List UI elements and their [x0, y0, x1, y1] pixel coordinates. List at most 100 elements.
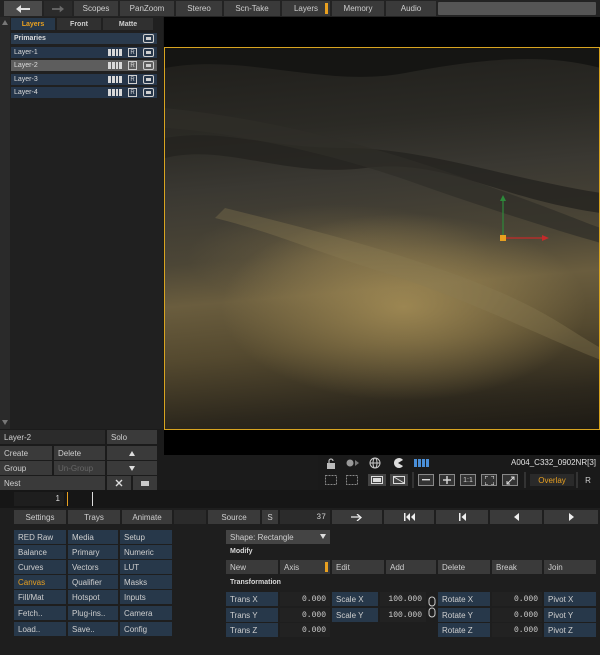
tab-memory[interactable]: Memory: [332, 1, 384, 16]
overlay-toggle[interactable]: Overlay: [530, 474, 574, 486]
search-field[interactable]: [438, 2, 596, 15]
zoom-out-button[interactable]: [418, 474, 434, 486]
menu-lut[interactable]: LUT: [120, 560, 172, 574]
rotate-y-field[interactable]: 0.000: [492, 608, 542, 622]
wipe-button[interactable]: [390, 474, 408, 486]
animate-button[interactable]: Animate: [122, 510, 172, 524]
layer-tab-matte[interactable]: Matte: [103, 18, 153, 30]
menu-vectors[interactable]: Vectors: [68, 560, 118, 574]
tab-scn-take[interactable]: Scn-Take: [224, 1, 280, 16]
first-frame-button[interactable]: [384, 510, 434, 524]
matte-icon[interactable]: [143, 61, 154, 70]
goto-button[interactable]: [332, 510, 382, 524]
playhead[interactable]: [92, 492, 93, 506]
menu-config[interactable]: Config: [120, 622, 172, 636]
create-button[interactable]: Create: [0, 446, 52, 460]
trans-z-field[interactable]: 0.000: [280, 623, 330, 637]
edit-button[interactable]: Edit: [332, 560, 384, 574]
in-marker[interactable]: [67, 492, 68, 506]
trans-y-field[interactable]: 0.000: [280, 608, 330, 622]
transform-gizmo-icon[interactable]: [495, 193, 555, 243]
move-down-button[interactable]: [107, 461, 157, 475]
primaries-row[interactable]: Primaries: [11, 33, 157, 44]
menu-save[interactable]: Save..: [68, 622, 118, 636]
prev-frame-button[interactable]: [490, 510, 542, 524]
zoom-in-button[interactable]: [439, 474, 455, 486]
menu-masks[interactable]: Masks: [120, 575, 172, 589]
matte-icon[interactable]: [143, 34, 154, 43]
shape-dropdown[interactable]: Shape: Rectangle: [226, 530, 330, 544]
scale-y-field[interactable]: 100.000: [380, 608, 426, 622]
trays-button[interactable]: Trays: [68, 510, 120, 524]
tab-audio[interactable]: Audio: [386, 1, 436, 16]
r-badge[interactable]: R: [128, 75, 137, 84]
join-button[interactable]: Join: [544, 560, 596, 574]
matte-icon[interactable]: [143, 88, 154, 97]
tab-panzoom[interactable]: PanZoom: [120, 1, 174, 16]
delete-point-button[interactable]: Delete: [438, 560, 490, 574]
move-up-button[interactable]: [107, 446, 157, 460]
settings-button[interactable]: Settings: [14, 510, 66, 524]
add-button[interactable]: Add: [386, 560, 436, 574]
layer-row-3[interactable]: Layer-3 R: [11, 74, 157, 85]
frame-field[interactable]: 37: [280, 510, 330, 524]
timeline[interactable]: 1: [0, 490, 600, 508]
menu-plug-ins[interactable]: Plug-ins..: [68, 606, 118, 620]
layer-row-4[interactable]: Layer-4 R: [11, 87, 157, 98]
menu-red-raw[interactable]: RED Raw: [14, 530, 66, 544]
back-button[interactable]: [4, 1, 42, 16]
tab-scopes[interactable]: Scopes: [74, 1, 118, 16]
menu-media[interactable]: Media: [68, 530, 118, 544]
forward-button[interactable]: [44, 1, 72, 16]
r-badge[interactable]: R: [128, 88, 137, 97]
matte-icon[interactable]: [143, 75, 154, 84]
rotate-z-field[interactable]: 0.000: [492, 623, 542, 637]
scale-x-field[interactable]: 100.000: [380, 592, 426, 606]
menu-setup[interactable]: Setup: [120, 530, 172, 544]
globe-icon[interactable]: [369, 457, 381, 469]
menu-canvas[interactable]: Canvas: [14, 575, 66, 589]
record-icon[interactable]: [346, 459, 360, 467]
matte-icon[interactable]: [143, 48, 154, 57]
new-shape-button[interactable]: New: [226, 560, 278, 574]
link-icon[interactable]: [428, 596, 436, 618]
solo-button[interactable]: Solo: [107, 430, 157, 444]
layers-scrollbar[interactable]: [0, 17, 10, 429]
lock-icon[interactable]: [326, 458, 336, 469]
r-badge[interactable]: R: [128, 48, 137, 57]
layer-row-1[interactable]: Layer-1 R: [11, 47, 157, 58]
r-badge[interactable]: R: [128, 61, 137, 70]
fullscreen-button[interactable]: [502, 474, 518, 486]
menu-qualifier[interactable]: Qualifier: [68, 575, 118, 589]
menu-inputs[interactable]: Inputs: [120, 590, 172, 604]
layer-tab-front[interactable]: Front: [57, 18, 101, 30]
tab-layers[interactable]: Layers: [282, 1, 330, 16]
fit-button[interactable]: [481, 474, 497, 486]
split-view-button[interactable]: [368, 474, 386, 486]
menu-balance[interactable]: Balance: [14, 545, 66, 559]
menu-camera[interactable]: Camera: [120, 606, 172, 620]
ungroup-button[interactable]: Un-Group: [54, 461, 105, 475]
trans-x-field[interactable]: 0.000: [280, 592, 330, 606]
menu-primary[interactable]: Primary: [68, 545, 118, 559]
delete-layer-button[interactable]: Delete: [54, 446, 105, 460]
menu-fill-mat[interactable]: Fill/Mat: [14, 590, 66, 604]
menu-numeric[interactable]: Numeric: [120, 545, 172, 559]
menu-curves[interactable]: Curves: [14, 560, 66, 574]
menu-button[interactable]: [133, 476, 157, 490]
next-frame-button[interactable]: [544, 510, 598, 524]
menu-fetch[interactable]: Fetch..: [14, 606, 66, 620]
prev-key-button[interactable]: [436, 510, 488, 524]
pacman-icon[interactable]: [392, 457, 404, 469]
group-button[interactable]: Group: [0, 461, 52, 475]
guides-icon[interactable]: [346, 475, 358, 485]
menu-hotspot[interactable]: Hotspot: [68, 590, 118, 604]
nest-button[interactable]: Nest: [0, 476, 105, 490]
break-button[interactable]: Break: [492, 560, 542, 574]
close-button[interactable]: [107, 476, 131, 490]
tab-stereo[interactable]: Stereo: [176, 1, 222, 16]
zoom-1to1-button[interactable]: 1:1: [460, 474, 476, 486]
layer-tab-layers[interactable]: Layers: [11, 18, 55, 30]
axis-button[interactable]: Axis: [280, 560, 330, 574]
menu-load[interactable]: Load..: [14, 622, 66, 636]
